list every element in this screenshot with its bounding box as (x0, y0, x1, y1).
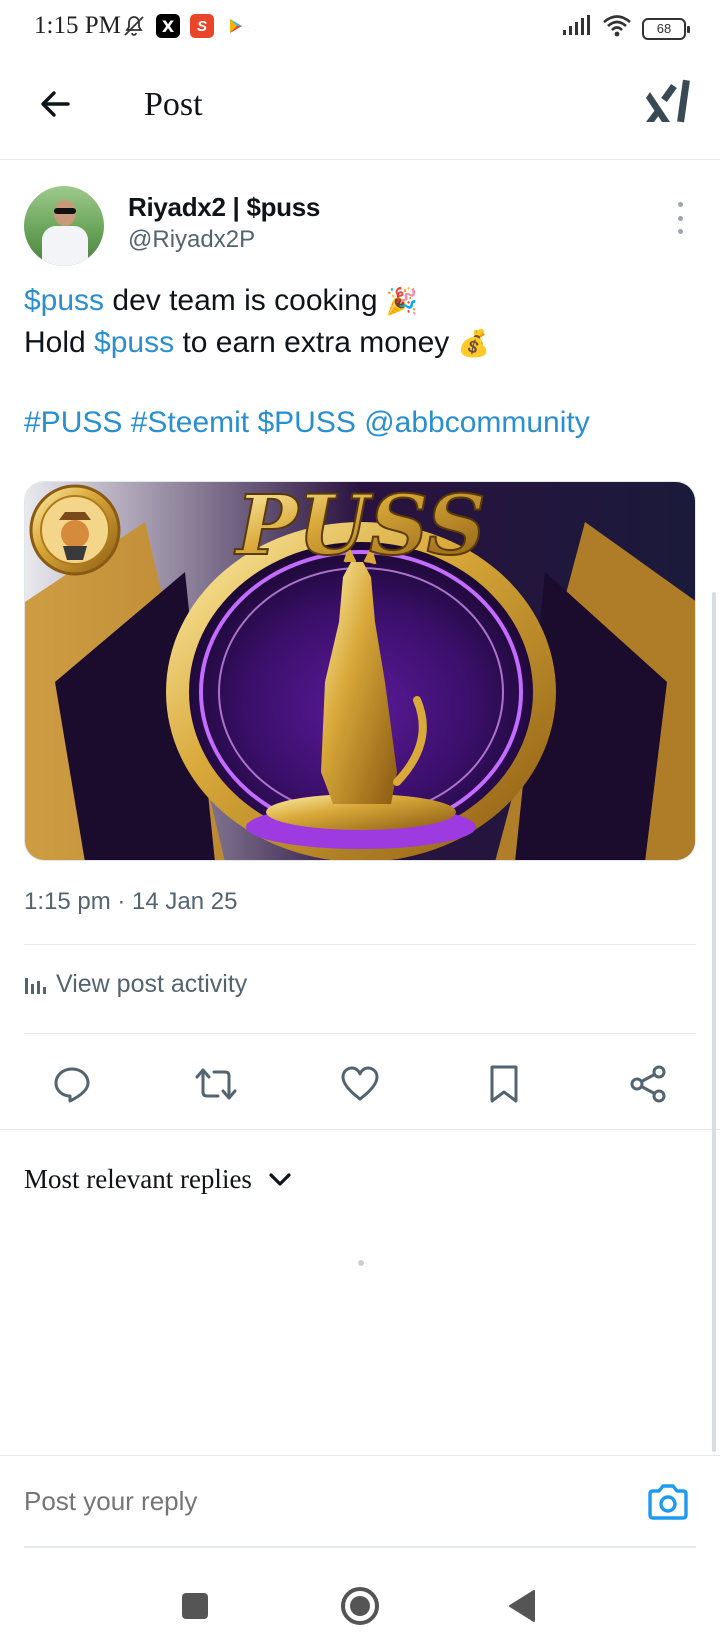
more-dot (677, 229, 683, 234)
battery-icon: 68 (642, 17, 690, 40)
post-text: $puss dev team is cooking 🎉 Hold $puss t… (24, 280, 696, 444)
reply-button[interactable] (48, 1060, 96, 1108)
hashtag-link[interactable]: #PUSS (24, 406, 122, 439)
bell-off-icon (122, 14, 146, 38)
arrow-left-icon (41, 91, 70, 117)
reply-composer (0, 1455, 720, 1551)
recents-button[interactable] (173, 1584, 217, 1628)
status-icons-right: 68 (562, 14, 690, 43)
cashtag-link[interactable]: $puss (24, 284, 104, 317)
view-post-activity[interactable]: View post activity (24, 970, 247, 999)
divider (24, 1033, 696, 1034)
post-line-2: Hold $puss to earn extra money 💰 (24, 322, 696, 364)
share-icon (630, 1065, 666, 1103)
like-icon (341, 1066, 379, 1101)
x-app-icon: X (156, 14, 180, 38)
signal-icon (562, 15, 592, 42)
party-emoji: 🎉 (385, 286, 419, 316)
repost-icon (195, 1068, 237, 1100)
bookmark-icon (490, 1065, 518, 1103)
money-bag-emoji: 💰 (457, 328, 490, 358)
mention-link[interactable]: @abbcommunity (364, 406, 590, 439)
wifi-icon (602, 14, 632, 43)
chevron-down-icon (269, 1172, 291, 1186)
reply-input[interactable] (24, 1486, 359, 1517)
header: Post (0, 56, 720, 160)
play-store-icon (224, 14, 248, 38)
system-nav-bar (0, 1560, 720, 1650)
share-button[interactable] (624, 1060, 672, 1108)
replies-sort-dropdown[interactable]: Most relevant replies (24, 1164, 292, 1195)
back-button[interactable] (34, 82, 78, 126)
post-text-segment: dev team is cooking (104, 284, 386, 317)
post-tags: #PUSS #Steemit $PUSS @abbcommunity (24, 402, 696, 444)
cashtag-link[interactable]: $PUSS (257, 406, 355, 439)
more-dot (677, 202, 683, 207)
status-time: 1:15 PM (34, 12, 121, 39)
more-dot (677, 215, 683, 221)
post-text-segment: Hold (24, 326, 95, 359)
more-options-button[interactable] (670, 202, 690, 234)
status-icons-left: X S (122, 14, 248, 38)
activity-label: View post activity (56, 970, 248, 998)
camera-icon (648, 1484, 688, 1520)
bookmark-button[interactable] (480, 1060, 528, 1108)
s-app-icon: S (190, 14, 214, 38)
back-nav-button[interactable] (500, 1584, 544, 1628)
reply-underline (24, 1546, 696, 1548)
post-timestamp: 1:15 pm · 14 Jan 25 (24, 888, 238, 915)
avatar[interactable] (24, 186, 104, 266)
cashtag-link[interactable]: $puss (94, 326, 174, 359)
status-bar: 1:15 PM X S 68 (0, 0, 720, 56)
post-line-1: $puss dev team is cooking 🎉 (24, 280, 696, 322)
analytics-bars-icon (25, 977, 46, 994)
hashtag-link[interactable]: #Steemit (131, 406, 249, 439)
repost-button[interactable] (192, 1060, 240, 1108)
replies-sort-label: Most relevant replies (24, 1164, 252, 1194)
loading-indicator (358, 1260, 364, 1266)
image-title-text: PUSS (234, 482, 486, 574)
home-button[interactable] (338, 1584, 382, 1628)
post-image[interactable]: PUSS (24, 481, 696, 861)
home-circle-icon (341, 1587, 379, 1625)
post-text-segment: to earn extra money (174, 326, 458, 359)
post-actions (0, 1050, 720, 1110)
camera-button[interactable] (646, 1482, 690, 1522)
author-handle[interactable]: @Riyadx2P (128, 226, 255, 254)
like-button[interactable] (336, 1060, 384, 1108)
scrollbar[interactable] (712, 592, 716, 1452)
divider (0, 1129, 720, 1130)
page-title: Post (144, 86, 203, 123)
reply-icon (54, 1067, 90, 1103)
triangle-back-icon (509, 1590, 535, 1622)
author-name[interactable]: Riyadx2 | $puss (128, 192, 320, 223)
post-author: Riyadx2 | $puss @Riyadx2P (24, 186, 696, 266)
divider (24, 944, 696, 945)
xai-logo-icon[interactable] (646, 78, 692, 128)
square-icon (182, 1593, 208, 1619)
